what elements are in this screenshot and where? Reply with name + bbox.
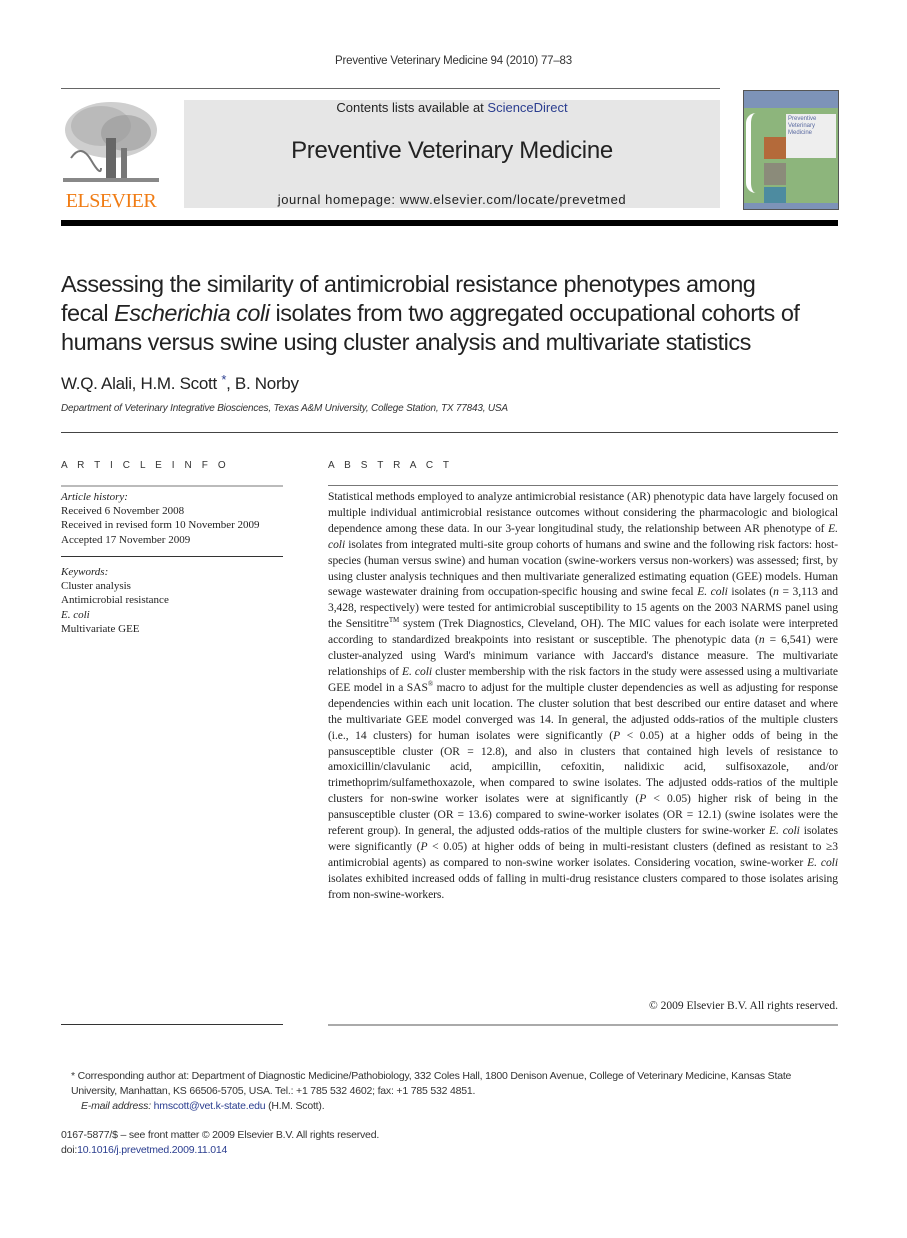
abstract-text: isolates exhibited increased odds of fal…: [328, 872, 838, 901]
footnote-text: Corresponding author at: Department of D…: [71, 1070, 792, 1097]
divider: [328, 1024, 838, 1026]
email-link[interactable]: hmscott@vet.k-state.edu: [154, 1100, 266, 1112]
abstract-italic: E. coli: [768, 825, 800, 838]
email-label: E-mail address:: [81, 1100, 151, 1112]
divider: [61, 432, 838, 433]
top-rule: [61, 88, 720, 89]
sciencedirect-link[interactable]: ScienceDirect: [487, 100, 567, 115]
running-head: Preventive Veterinary Medicine 94 (2010)…: [335, 55, 572, 67]
keyword-item: Cluster analysis: [61, 580, 131, 593]
article-info-heading: A R T I C L E I N F O: [61, 460, 230, 471]
title-line-2: fecal Escherichia coli isolates from two…: [61, 299, 851, 328]
keyword-item: Antimicrobial resistance: [61, 594, 169, 607]
title-species-italic: Escherichia coli: [114, 300, 270, 326]
divider: [61, 485, 283, 487]
keywords-heading: Keywords:: [61, 566, 109, 578]
divider: [61, 1024, 283, 1025]
abstract-text: isolates (: [727, 586, 774, 599]
abstract-body: Statistical methods employed to analyze …: [328, 490, 838, 904]
abstract-text: Statistical methods employed to analyze …: [328, 491, 838, 535]
cover-title: Preventive Veterinary Medicine: [786, 114, 836, 158]
divider: [61, 556, 283, 557]
doi-line: doi:10.1016/j.prevetmed.2009.11.014: [61, 1143, 839, 1158]
article-history-heading: Article history:: [61, 491, 128, 503]
corresponding-author-footnote: * Corresponding author at: Department of…: [61, 1069, 839, 1114]
author-list: W.Q. Alali, H.M. Scott *, B. Norby: [61, 372, 299, 394]
cover-photo-animals: [764, 137, 786, 159]
doi-prefix: doi:: [61, 1144, 78, 1156]
journal-cover-thumbnail: Preventive Veterinary Medicine: [743, 90, 839, 210]
header-thick-rule: [61, 220, 838, 226]
article-history: Article history: Received 6 November 200…: [61, 490, 291, 547]
affiliation: Department of Veterinary Integrative Bio…: [61, 403, 508, 414]
front-matter: 0167-5877/$ – see front matter © 2009 El…: [61, 1128, 839, 1158]
journal-homepage[interactable]: journal homepage: www.elsevier.com/locat…: [184, 192, 720, 207]
keyword-item: E. coli: [61, 608, 90, 621]
elsevier-wordmark: ELSEVIER: [65, 190, 157, 212]
divider: [328, 485, 838, 486]
title-text: fecal: [61, 300, 115, 326]
journal-name: Preventive Veterinary Medicine: [291, 137, 613, 164]
history-received: Received 6 November 2008: [61, 505, 185, 518]
title-line-3: humans versus swine using cluster analys…: [61, 329, 751, 355]
issn-line: 0167-5877/$ – see front matter © 2009 El…: [61, 1129, 380, 1141]
authors-text: , B. Norby: [226, 374, 299, 393]
contents-prefix: Contents lists available at: [336, 100, 488, 115]
cover-photo-water: [764, 187, 786, 203]
keywords: Keywords: Cluster analysis Antimicrobial…: [61, 565, 291, 636]
contents-line: Contents lists available at ScienceDirec…: [184, 100, 720, 115]
keyword-item: Multivariate GEE: [61, 622, 140, 635]
abstract-italic: E. coli: [402, 665, 433, 678]
title-text: isolates from two aggregated occupationa…: [269, 300, 800, 326]
title-line-1: Assessing the similarity of antimicrobia…: [61, 271, 756, 297]
cover-footer-strip: [744, 203, 838, 209]
abstract-italic: E. coli: [697, 586, 728, 599]
history-accepted: Accepted 17 November 2009: [61, 533, 191, 546]
abstract-heading: A B S T R A C T: [328, 460, 453, 471]
cover-photo-livestock: [764, 163, 786, 185]
abstract-italic: E. coli: [807, 856, 838, 869]
article-title: Assessing the similarity of antimicrobia…: [61, 270, 851, 357]
history-revised: Received in revised form 10 November 200…: [61, 519, 260, 532]
abstract-copyright: © 2009 Elsevier B.V. All rights reserved…: [649, 1000, 838, 1012]
trademark-sup: TM: [388, 616, 400, 625]
cover-header-strip: [744, 91, 838, 108]
doi-link[interactable]: 10.1016/j.prevetmed.2009.11.014: [77, 1144, 227, 1156]
authors-text: W.Q. Alali, H.M. Scott: [61, 374, 222, 393]
email-suffix: (H.M. Scott).: [265, 1100, 325, 1112]
